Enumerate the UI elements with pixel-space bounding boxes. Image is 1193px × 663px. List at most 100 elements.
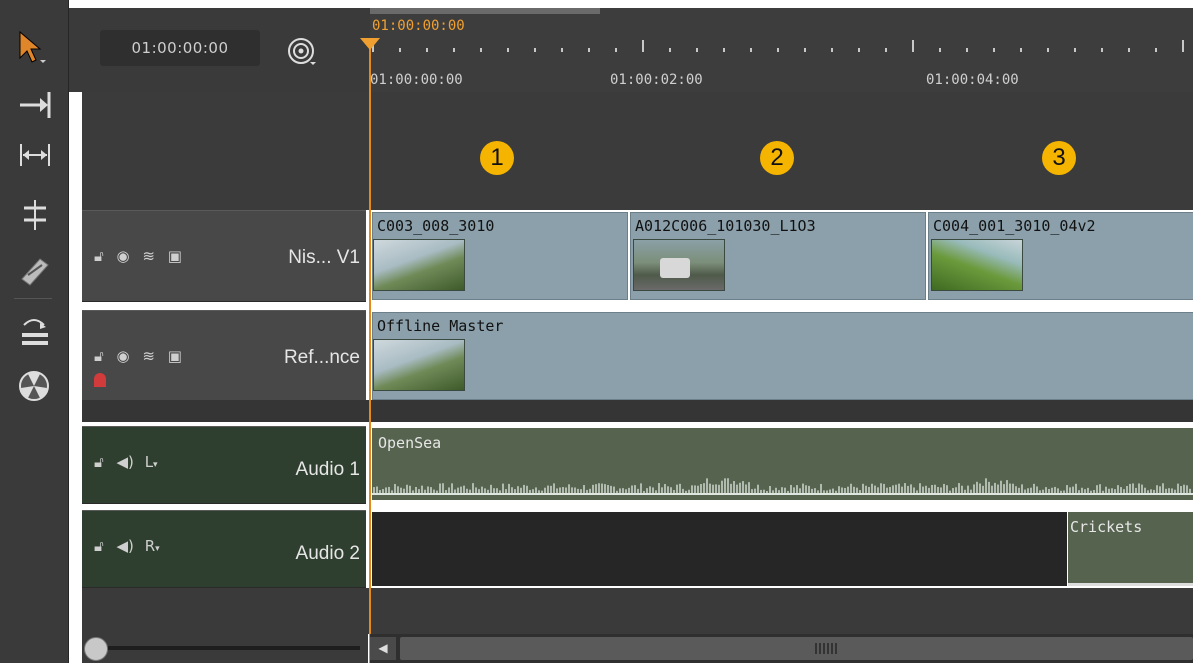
ruler-tick xyxy=(750,48,752,52)
timeline-ruler[interactable]: 01:00:00:00 01:00:02:00 01:00:04:00 xyxy=(370,8,1193,92)
ruler-tick xyxy=(1074,48,1076,52)
empty-track-area xyxy=(82,588,1193,634)
nuke-tool-button[interactable] xyxy=(6,362,60,410)
ruler-tick xyxy=(615,48,617,52)
ripple-trim-icon xyxy=(20,144,50,166)
lock-icon[interactable]: 🔓︎ xyxy=(94,537,104,555)
lock-icon[interactable]: 🔓︎ xyxy=(94,247,104,265)
ruler-tick xyxy=(399,48,401,52)
tool-palette xyxy=(0,0,69,663)
ripple-tool-button[interactable] xyxy=(6,130,60,178)
eye-icon[interactable]: ◉ xyxy=(117,347,130,365)
track-controls: 🔓︎ ◀) R▾ xyxy=(94,537,160,555)
ruler-tick xyxy=(426,48,428,52)
slip-icon xyxy=(24,200,46,230)
zoom-slider[interactable] xyxy=(82,634,368,663)
audio-gap xyxy=(372,512,1067,586)
ruler-tick xyxy=(804,48,806,52)
marker-2[interactable]: 2 xyxy=(760,141,794,175)
chevron-down-icon: ▾ xyxy=(155,544,160,554)
audio-clip[interactable]: Crickets xyxy=(1068,512,1193,586)
playhead-line[interactable] xyxy=(369,42,371,663)
clip-thumbnail xyxy=(633,239,725,291)
clip-thumbnail xyxy=(373,339,465,391)
clip-name: Offline Master xyxy=(377,317,504,335)
ruler-tick xyxy=(1020,48,1022,52)
layers-icon[interactable]: ≋ xyxy=(142,347,155,365)
track-controls: 🔓︎ ◉ ≋ ▣ xyxy=(94,247,182,265)
channel-label[interactable]: R xyxy=(145,537,155,555)
ruler-tick xyxy=(507,48,509,52)
layers-icon[interactable]: ≋ xyxy=(142,247,155,265)
ruler-tick xyxy=(1155,48,1157,52)
disk-icon[interactable]: ▣ xyxy=(168,247,182,265)
video-clip[interactable]: C004_001_3010_04v2 xyxy=(928,212,1193,300)
snap-button[interactable] xyxy=(286,36,316,66)
ruler-tick xyxy=(669,48,671,52)
ruler-label: 01:00:00:00 xyxy=(370,72,463,88)
marker-3[interactable]: 3 xyxy=(1042,141,1076,175)
video-clip[interactable]: A012C006_101030_L1O3 xyxy=(630,212,926,300)
eye-icon[interactable]: ◉ xyxy=(117,247,130,265)
ruler-label: 01:00:02:00 xyxy=(610,72,703,88)
ruler-tick xyxy=(561,48,563,52)
scroll-thumb[interactable] xyxy=(400,637,1193,660)
track-controls: 🔓︎ ◉ ≋ ▣ xyxy=(94,347,182,365)
speaker-icon[interactable]: ◀) xyxy=(117,453,134,471)
lock-icon[interactable]: 🔓︎ xyxy=(94,453,104,471)
ruler-tick xyxy=(1047,48,1049,52)
insert-tool-button[interactable] xyxy=(6,305,60,353)
clip-name: C004_001_3010_04v2 xyxy=(933,217,1096,235)
ruler-label: 01:00:04:00 xyxy=(926,72,1019,88)
track-header-video1[interactable]: 🔓︎ ◉ ≋ ▣ Nis... V1 xyxy=(82,210,366,302)
speaker-icon[interactable]: ◀) xyxy=(117,537,134,555)
ruler-tick xyxy=(480,48,482,52)
clip-name: Crickets xyxy=(1070,518,1143,536)
ruler-tick xyxy=(912,40,914,52)
track-name: Audio 2 xyxy=(295,543,360,564)
slip-tool-button[interactable] xyxy=(6,190,60,238)
ruler-tick xyxy=(1128,48,1130,52)
track-name: Audio 1 xyxy=(295,459,360,480)
playhead-handle-icon[interactable] xyxy=(360,38,380,50)
ruler-tick xyxy=(885,48,887,52)
track-name: Nis... V1 xyxy=(288,247,360,268)
pointer-tool-button[interactable] xyxy=(6,22,60,70)
ruler-tick xyxy=(453,48,455,52)
track-header-audio2[interactable]: 🔓︎ ◀) R▾ Audio 2 xyxy=(82,510,366,588)
ruler-tick xyxy=(1101,48,1103,52)
track-header-audio1[interactable]: 🔓︎ ◀) L▾ Audio 1 xyxy=(82,426,366,504)
snap-target-icon xyxy=(288,38,316,65)
ruler-tick xyxy=(831,48,833,52)
audio-waveform xyxy=(372,478,1193,495)
car-shape xyxy=(660,258,690,278)
ruler-ticks xyxy=(370,8,1193,92)
marker-1[interactable]: 1 xyxy=(480,141,514,175)
ruler-tick xyxy=(939,48,941,52)
select-forward-tool-button[interactable] xyxy=(6,80,60,128)
razor-tool-button[interactable] xyxy=(6,245,60,293)
track-header-reference[interactable]: 🔓︎ ◉ ≋ ▣ Ref...nce xyxy=(82,310,366,402)
ruler-tick xyxy=(966,48,968,52)
timeline-editor: 01:00:00:00 01:00:00:00 01:00:02:00 01:0… xyxy=(0,0,1193,663)
horizontal-scrollbar[interactable]: ◀ xyxy=(370,634,1193,663)
toolbar-divider xyxy=(14,298,52,299)
disk-icon[interactable]: ▣ xyxy=(168,347,182,365)
radiation-icon xyxy=(19,371,49,401)
lock-icon[interactable]: 🔓︎ xyxy=(94,347,104,365)
marker-track xyxy=(82,92,1193,210)
reference-clip[interactable]: Offline Master xyxy=(372,312,1193,400)
audio-clip[interactable]: OpenSea xyxy=(372,428,1193,500)
ruler-tick xyxy=(696,48,698,52)
video-clip[interactable]: C003_008_3010 xyxy=(372,212,628,300)
channel-label[interactable]: L xyxy=(145,453,153,471)
ruler-tick xyxy=(534,48,536,52)
playhead-timecode: 01:00:00:00 xyxy=(372,18,465,34)
track-controls: 🔓︎ ◀) L▾ xyxy=(94,453,158,471)
scroll-left-button[interactable]: ◀ xyxy=(370,637,396,660)
zoom-handle[interactable] xyxy=(84,637,108,661)
clip-name: OpenSea xyxy=(378,434,442,452)
record-flag-icon xyxy=(94,373,106,387)
ruler-tick xyxy=(858,48,860,52)
timecode-display[interactable]: 01:00:00:00 xyxy=(100,30,260,66)
